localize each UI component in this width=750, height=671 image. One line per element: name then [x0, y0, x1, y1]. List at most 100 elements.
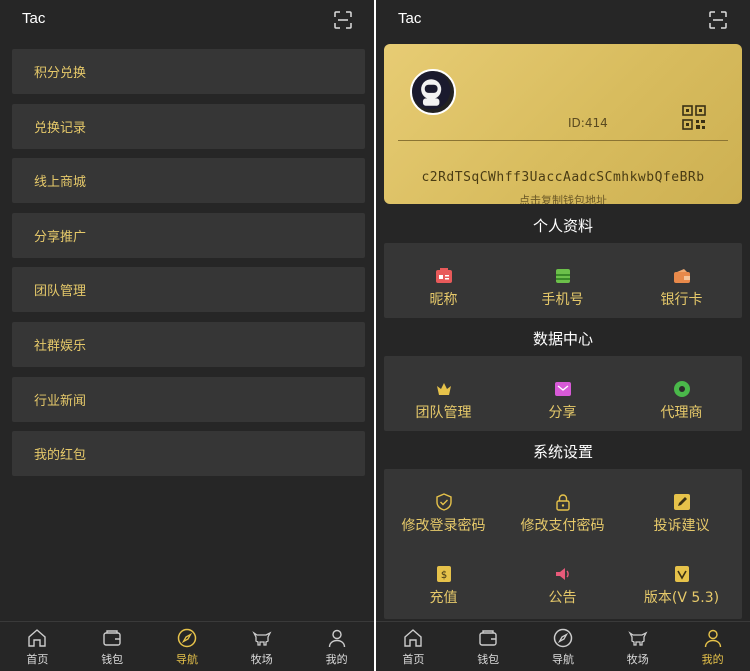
cell-label: 充值: [429, 590, 458, 606]
wallet-icon: $: [436, 566, 451, 582]
share-icon: [554, 382, 571, 396]
card-divider: [398, 140, 728, 141]
menu-item-team-management[interactable]: 团队管理: [12, 267, 365, 313]
cow-icon: [628, 630, 648, 646]
nav-home[interactable]: 首页: [0, 622, 75, 671]
bank-card-button[interactable]: 银行卡: [622, 267, 741, 309]
cell-label: 分享: [548, 405, 577, 421]
menu-item-points-exchange[interactable]: 积分兑换: [12, 49, 365, 94]
menu-item-my-red-packet[interactable]: 我的红包: [12, 431, 365, 477]
share-button[interactable]: 分享: [503, 380, 622, 422]
right-screen: Tac ID:414 c2RdTSqCWhff3UaccAadcSCmhkwbQ…: [376, 0, 750, 671]
astronaut-icon: [412, 71, 451, 110]
edit-icon: [673, 494, 690, 510]
cell-label: 版本(V 5.3): [643, 590, 720, 606]
section-title-settings: 系统设置: [532, 443, 593, 461]
agent-button[interactable]: 代理商: [622, 380, 741, 422]
nav-label: 导航: [551, 652, 574, 666]
menu-item-industry-news[interactable]: 行业新闻: [12, 376, 365, 422]
wallet-icon: [103, 629, 121, 646]
copy-hint[interactable]: 点击复制钱包地址: [384, 192, 742, 204]
left-screen: Tac 积分兑换 兑换记录 线上商城 分享推广 团队管理 社群娱乐 行业新闻 我…: [0, 0, 374, 671]
nav-ranch[interactable]: 牧场: [224, 622, 299, 671]
phone-number-button[interactable]: 手机号: [503, 267, 622, 309]
menu-item-label: 团队管理: [34, 284, 87, 300]
top-bar: Tac: [0, 0, 374, 40]
phone-icon: [555, 269, 570, 283]
agent-icon: [673, 381, 690, 397]
cell-label: 修改支付密码: [520, 518, 605, 534]
nav-wallet[interactable]: 钱包: [451, 622, 526, 671]
menu-item-label: 线上商城: [34, 175, 87, 191]
change-login-password-button[interactable]: 修改登录密码: [384, 493, 503, 535]
data-panel: 团队管理 分享 代理商: [384, 356, 742, 431]
bottom-nav: 首页 钱包 导航 牧场 我的: [376, 621, 750, 671]
menu-item-label: 兑换记录: [34, 120, 87, 136]
wallet-card: ID:414 c2RdTSqCWhff3UaccAadcSCmhkwbQfeBR…: [384, 44, 742, 204]
cell-label: 手机号: [541, 292, 584, 308]
nav-label: 首页: [26, 652, 49, 666]
section-title-data: 数据中心: [532, 330, 593, 348]
home-icon: [404, 628, 423, 647]
cell-label: 修改登录密码: [401, 518, 486, 534]
speaker-icon: [555, 568, 569, 580]
cell-label: 代理商: [660, 405, 703, 421]
lock-icon: [555, 494, 570, 511]
menu-item-label: 我的红包: [34, 448, 87, 464]
menu-item-exchange-records[interactable]: 兑换记录: [12, 103, 365, 149]
bank-card-icon: [673, 269, 690, 283]
menu-list: 积分兑换 兑换记录 线上商城 分享推广 团队管理 社群娱乐 行业新闻 我的红包: [12, 49, 365, 486]
nav-label: 导航: [175, 652, 198, 666]
menu-item-label: 行业新闻: [34, 393, 87, 409]
feedback-button[interactable]: 投诉建议: [622, 493, 741, 535]
qr-code-icon[interactable]: [682, 105, 706, 131]
cell-label: 投诉建议: [653, 518, 710, 534]
cell-label: 团队管理: [415, 405, 472, 421]
nav-navigation[interactable]: 导航: [150, 622, 225, 671]
bottom-nav: 首页 钱包 导航 牧场 我的: [0, 621, 374, 671]
version-button[interactable]: 版本(V 5.3): [622, 565, 741, 607]
id-card-icon: [435, 268, 452, 283]
nav-label: 我的: [701, 652, 724, 666]
avatar[interactable]: [410, 69, 456, 115]
nav-navigation[interactable]: 导航: [526, 622, 601, 671]
svg-text:$: $: [440, 570, 446, 581]
cell-label: 昵称: [429, 292, 458, 308]
scan-icon[interactable]: [334, 11, 352, 29]
nav-mine[interactable]: 我的: [299, 622, 374, 671]
app-title: Tac: [22, 10, 46, 27]
section-title-profile: 个人资料: [532, 217, 593, 235]
nav-label: 牧场: [250, 652, 273, 666]
menu-item-community[interactable]: 社群娱乐: [12, 321, 365, 367]
scan-icon[interactable]: [709, 11, 727, 29]
recharge-button[interactable]: $ 充值: [384, 565, 503, 607]
nav-home[interactable]: 首页: [376, 622, 451, 671]
team-management-button[interactable]: 团队管理: [384, 380, 503, 422]
user-id: ID:414: [568, 116, 608, 130]
cell-label: 银行卡: [660, 292, 703, 308]
app-title: Tac: [398, 10, 422, 27]
shield-icon: [435, 493, 452, 511]
nav-wallet[interactable]: 钱包: [75, 622, 150, 671]
crown-icon: [436, 383, 451, 395]
menu-item-label: 社群娱乐: [34, 338, 87, 354]
menu-item-share-promote[interactable]: 分享推广: [12, 212, 365, 258]
menu-item-label: 积分兑换: [34, 66, 87, 81]
nav-mine[interactable]: 我的: [675, 622, 750, 671]
nav-label: 牧场: [626, 652, 649, 666]
nav-label: 钱包: [101, 652, 124, 666]
announcement-button[interactable]: 公告: [503, 565, 622, 607]
change-pay-password-button[interactable]: 修改支付密码: [503, 493, 622, 535]
wallet-icon: [479, 629, 497, 646]
compass-icon: [553, 628, 573, 647]
user-icon: [704, 629, 721, 647]
menu-item-online-mall[interactable]: 线上商城: [12, 158, 365, 204]
nickname-button[interactable]: 昵称: [384, 267, 503, 309]
profile-panel: 昵称 手机号 银行卡: [384, 243, 742, 318]
home-icon: [28, 628, 47, 647]
nav-label: 我的: [325, 652, 348, 666]
user-icon: [328, 629, 345, 647]
nav-label: 首页: [402, 652, 425, 666]
nav-ranch[interactable]: 牧场: [600, 622, 675, 671]
wallet-address[interactable]: c2RdTSqCWhff3UaccAadcSCmhkwbQfeBRb: [384, 170, 742, 185]
